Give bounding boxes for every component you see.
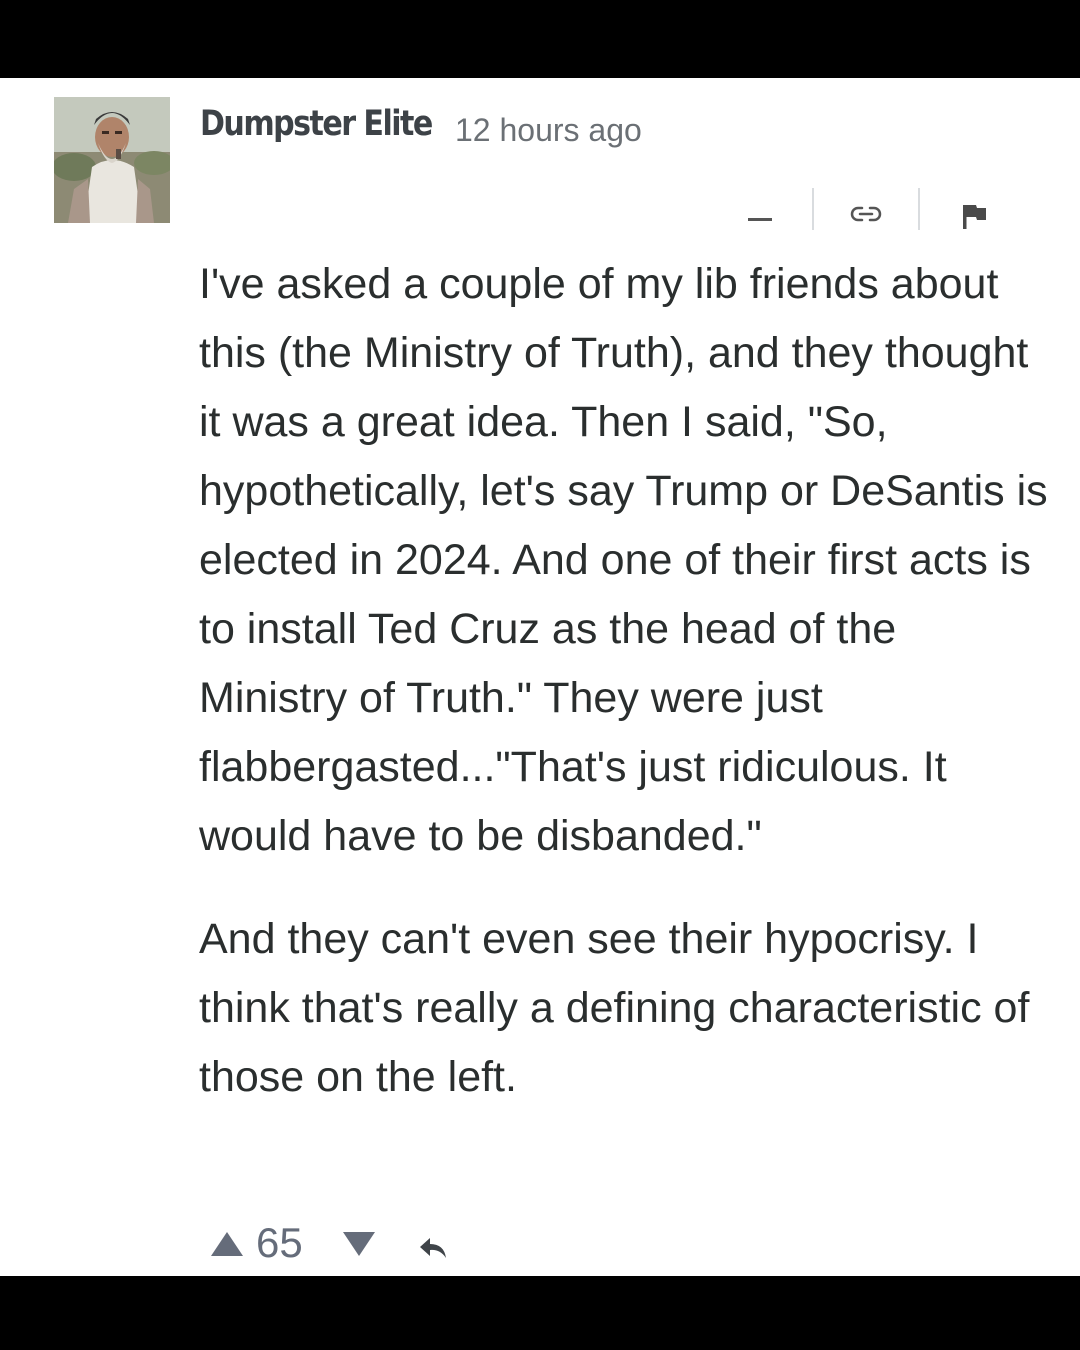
comment-paragraph: And they can't even see their hypocrisy.… <box>199 915 1030 1101</box>
comment-paragraph: I've asked a couple of my lib friends ab… <box>199 260 1048 860</box>
avatar[interactable] <box>54 97 170 223</box>
triangle-up-icon[interactable] <box>210 1230 244 1258</box>
action-separator <box>918 188 920 230</box>
flag-icon[interactable] <box>960 202 988 230</box>
reply-arrow-icon[interactable] <box>418 1234 448 1260</box>
link-icon[interactable] <box>850 204 882 224</box>
triangle-down-icon[interactable] <box>342 1230 376 1258</box>
author-name[interactable]: Dumpster Elite <box>200 104 433 144</box>
vote-score: 65 <box>256 1219 303 1266</box>
comment-body: I've asked a couple of my lib friends ab… <box>199 250 1049 1112</box>
avatar-photo <box>54 97 170 223</box>
action-separator <box>812 188 814 230</box>
comment-timestamp[interactable]: 12 hours ago <box>455 112 642 149</box>
minus-icon[interactable] <box>748 218 772 221</box>
comment-card: Dumpster Elite 12 hours ago I've asked a… <box>0 78 1080 1276</box>
